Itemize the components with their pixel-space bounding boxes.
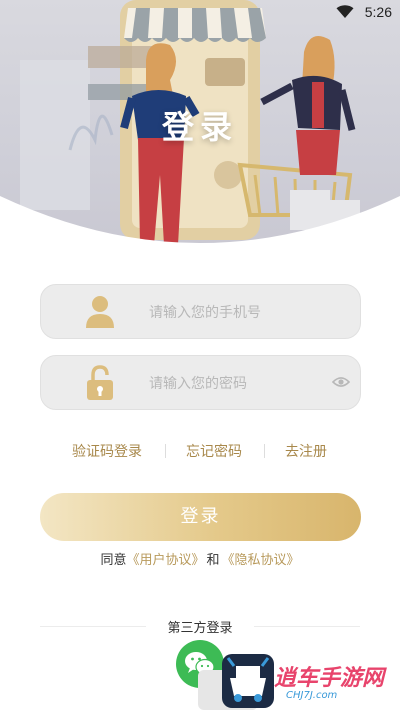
wifi-icon xyxy=(336,5,354,18)
agreement-prefix: 同意 xyxy=(100,553,127,568)
agreement-connector: 和 xyxy=(206,553,220,568)
divider xyxy=(264,444,265,458)
password-field[interactable]: 请输入您的密码 xyxy=(40,355,361,410)
eye-icon[interactable] xyxy=(332,375,350,389)
login-button[interactable]: 登录 xyxy=(40,493,361,541)
page-title: 登录 xyxy=(161,108,238,146)
user-icon xyxy=(86,296,114,328)
register-link[interactable]: 去注册 xyxy=(285,441,327,461)
forgot-password-link[interactable]: 忘记密码 xyxy=(186,441,242,461)
watermark: 逍车手游网 CHJ7J.com xyxy=(196,652,400,710)
watermark-url: CHJ7J.com xyxy=(286,690,338,701)
lock-icon xyxy=(87,365,113,400)
user-agreement-link[interactable]: 《用户协议》 xyxy=(126,553,204,568)
divider xyxy=(165,444,166,458)
agreement-text: 同意《用户协议》和《隐私协议》 xyxy=(0,549,400,568)
status-time: 5:26 xyxy=(364,4,392,20)
divider-line xyxy=(254,626,360,627)
third-party-section: 第三方登录 xyxy=(0,617,400,637)
phone-placeholder: 请输入您的手机号 xyxy=(149,305,261,321)
status-bar: 5:26 xyxy=(0,0,400,26)
auth-links: 验证码登录 忘记密码 去注册 xyxy=(0,441,400,461)
privacy-policy-link[interactable]: 《隐私协议》 xyxy=(222,553,300,568)
watermark-text: 逍车手游网 xyxy=(274,666,385,691)
sms-login-link[interactable]: 验证码登录 xyxy=(72,441,142,461)
password-placeholder: 请输入您的密码 xyxy=(149,376,247,392)
phone-field[interactable]: 请输入您的手机号 xyxy=(40,284,361,339)
hero-banner: 登录 xyxy=(0,0,400,250)
